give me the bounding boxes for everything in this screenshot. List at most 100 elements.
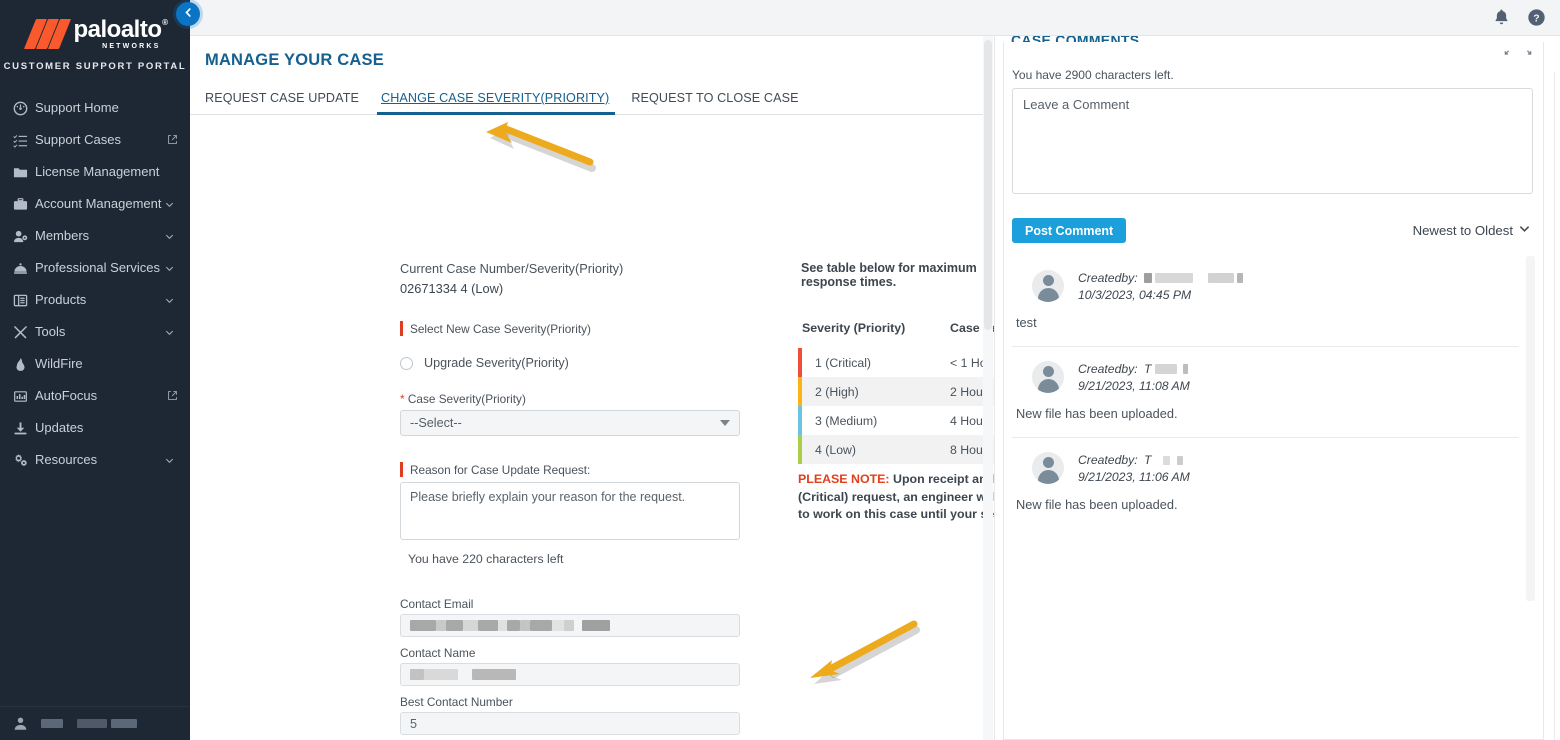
- contact-email-field[interactable]: [400, 614, 740, 637]
- sidebar-item-label: Updates: [35, 412, 164, 444]
- avatar: [1032, 270, 1064, 302]
- folder-icon: [13, 165, 35, 180]
- content-scrollbar-thumb[interactable]: [984, 40, 992, 330]
- comment-textarea[interactable]: [1012, 88, 1533, 194]
- severity-name: 1 (Critical): [802, 356, 950, 370]
- sidebar-item-support-home[interactable]: Support Home: [0, 92, 190, 124]
- contact-email-label: Contact Email: [400, 597, 780, 611]
- redacted-name-part: [472, 669, 516, 680]
- sidebar-collapse-button[interactable]: [176, 2, 200, 26]
- sidebar-item-products[interactable]: Products: [0, 284, 190, 316]
- best-contact-number-field[interactable]: 5: [400, 712, 740, 735]
- chevron-down-icon[interactable]: [164, 231, 178, 242]
- tab-request-to-close-case[interactable]: REQUEST TO CLOSE CASE: [631, 91, 812, 114]
- required-marker-bar: [400, 321, 403, 336]
- redacted-email-part: [582, 620, 610, 631]
- sidebar: paloalto® NETWORKS CUSTOMER SUPPORT PORT…: [0, 0, 190, 740]
- portal-title: CUSTOMER SUPPORT PORTAL: [0, 61, 190, 72]
- sidebar-item-resources[interactable]: Resources: [0, 444, 190, 476]
- case-comments-body: You have 2900 characters left. Post Comm…: [1003, 42, 1544, 740]
- brand-networks-text: NETWORKS: [73, 43, 161, 50]
- sidebar-item-support-cases[interactable]: Support Cases: [0, 124, 190, 156]
- comment-timestamp: 9/21/2023, 11:08 AM: [1078, 378, 1190, 395]
- redacted-author: [1177, 456, 1183, 465]
- current-case-value: 02671334 4 (Low): [400, 281, 503, 296]
- redacted-name-part: [410, 669, 424, 680]
- brand-wordmark-text: paloalto: [73, 16, 161, 43]
- sidebar-item-label: Tools: [35, 316, 164, 348]
- sidebar-nav: Support Home Support Cases License Manag…: [0, 92, 190, 476]
- gears-icon: [13, 453, 35, 468]
- user-extra-redacted: [111, 719, 137, 728]
- content-scrollbar[interactable]: [983, 36, 993, 740]
- redacted-email-part: [498, 620, 507, 631]
- comment-meta: Createdby: T 9/21/2023, 11:08 AM: [1078, 361, 1190, 395]
- sidebar-item-members[interactable]: Members: [0, 220, 190, 252]
- user-org-redacted: [77, 719, 107, 728]
- comment-body: New file has been uploaded.: [1012, 406, 1519, 421]
- comment-chars-left: You have 2900 characters left.: [1012, 68, 1174, 82]
- table-row: 1 (Critical) < 1 Hour: [798, 348, 995, 377]
- current-case-label: Current Case Number/Severity(Priority): [400, 261, 623, 276]
- reason-label-text: Reason for Case Update Request:: [410, 463, 590, 477]
- sidebar-item-account-management[interactable]: Account Management: [0, 188, 190, 220]
- briefcase-icon: [13, 197, 35, 212]
- comments-scrollbar-thumb[interactable]: [1526, 256, 1535, 601]
- chevron-down-icon[interactable]: [164, 263, 178, 274]
- upgrade-severity-radio[interactable]: [400, 357, 413, 370]
- table-row: 3 (Medium) 4 Hours: [798, 406, 995, 435]
- external-link-icon[interactable]: [164, 133, 178, 148]
- response-times-note: See table below for maximum response tim…: [801, 261, 985, 289]
- reason-textarea[interactable]: [400, 482, 740, 540]
- required-marker-bar: [400, 462, 403, 477]
- sidebar-item-tools[interactable]: Tools: [0, 316, 190, 348]
- tab-change-case-severity[interactable]: CHANGE CASE SEVERITY(PRIORITY): [381, 91, 623, 114]
- best-contact-number-label: Best Contact Number: [400, 695, 780, 709]
- sidebar-item-professional-services[interactable]: Professional Services: [0, 252, 190, 284]
- redacted-email-part: [564, 620, 574, 631]
- chevron-left-icon: [183, 5, 194, 23]
- comments-list: Createdby: 10/3/2023, 04:45 PM test: [1012, 256, 1519, 739]
- tab-request-case-update[interactable]: REQUEST CASE UPDATE: [205, 91, 373, 114]
- reason-field-label: Reason for Case Update Request:: [400, 462, 780, 477]
- external-link-icon[interactable]: [164, 389, 178, 404]
- chevron-down-icon[interactable]: [164, 199, 178, 210]
- sidebar-item-label: Resources: [35, 444, 164, 476]
- comment-sort-control[interactable]: Newest to Oldest: [1413, 222, 1531, 238]
- severity-name: 3 (Medium): [802, 414, 950, 428]
- sidebar-user-profile[interactable]: [0, 706, 190, 740]
- question-circle-icon[interactable]: ?: [1527, 8, 1546, 27]
- sidebar-item-label: WildFire: [35, 348, 164, 380]
- redacted-email-part: [478, 620, 498, 631]
- bell-icon[interactable]: [1492, 8, 1511, 27]
- table-row: 4 (Low) 8 Hours: [798, 435, 995, 464]
- case-severity-select[interactable]: --Select--: [400, 410, 740, 436]
- case-severity-label-text: Case Severity(Priority): [408, 392, 526, 406]
- comment-author: T: [1144, 362, 1151, 376]
- chevron-down-icon[interactable]: [164, 327, 178, 338]
- expand-collapse-icon[interactable]: [1503, 48, 1533, 61]
- comments-scrollbar[interactable]: [1526, 256, 1535, 601]
- sidebar-item-label: Support Cases: [35, 124, 164, 156]
- comment-header-row: Createdby: T 9/21/2023, 11:06 AM: [1012, 452, 1519, 486]
- sidebar-item-label: Account Management: [35, 188, 164, 220]
- sidebar-item-wildfire[interactable]: WildFire: [0, 348, 190, 380]
- paloalto-logo-icon: [28, 21, 68, 47]
- upgrade-severity-radio-row[interactable]: Upgrade Severity(Priority): [400, 356, 780, 370]
- sidebar-item-license-management[interactable]: License Management: [0, 156, 190, 188]
- post-comment-button[interactable]: Post Comment: [1012, 218, 1126, 243]
- chevron-down-icon[interactable]: [164, 455, 178, 466]
- sidebar-item-autofocus[interactable]: AutoFocus: [0, 380, 190, 412]
- contact-name-field[interactable]: [400, 663, 740, 686]
- top-bar: ?: [190, 0, 1560, 36]
- page-scrollbar[interactable]: [1554, 72, 1560, 740]
- comment-author: T: [1144, 453, 1151, 467]
- tools-icon: [13, 325, 35, 340]
- redacted-author: [1183, 364, 1188, 374]
- user-avatar-icon: [13, 716, 35, 731]
- chevron-down-icon[interactable]: [164, 295, 178, 306]
- grid-box-icon: [13, 293, 35, 308]
- redacted-email-part: [552, 620, 564, 631]
- sidebar-item-updates[interactable]: Updates: [0, 412, 190, 444]
- created-by-label: Createdby:: [1078, 453, 1138, 467]
